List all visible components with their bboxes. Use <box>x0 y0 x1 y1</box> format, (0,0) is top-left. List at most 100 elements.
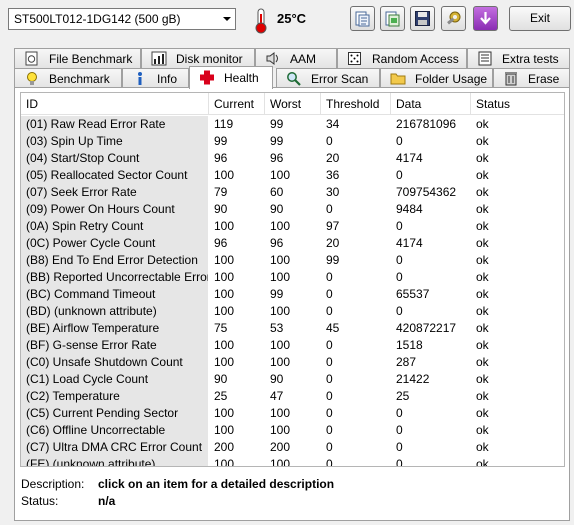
cell-id: (0A) Spin Retry Count <box>21 218 208 235</box>
table-row[interactable]: (BE) Airflow Temperature 75 53 45 420872217 o… <box>21 320 564 337</box>
cell-threshold: 0 <box>326 389 333 403</box>
table-row[interactable]: (B8) End To End Error Detection 100 100 99 0… <box>21 252 564 269</box>
table-row[interactable]: (0C) Power Cycle Count 96 96 20 4174 ok <box>21 235 564 252</box>
chevron-down-icon[interactable] <box>218 9 235 29</box>
menu-button[interactable] <box>473 6 498 31</box>
tab-disk-monitor[interactable]: Disk monitor <box>141 48 255 68</box>
table-row[interactable]: (FE) (unknown attribute) 100 100 0 0 ok <box>21 456 564 466</box>
options-button[interactable] <box>441 6 466 31</box>
tab-folder-usage[interactable]: Folder Usage <box>380 68 493 88</box>
purple-down-arrow-icon <box>480 12 491 25</box>
cell-data: 0 <box>396 253 403 267</box>
cell-status: ok <box>476 185 489 199</box>
cell-worst: 99 <box>270 134 284 148</box>
cell-status: ok <box>476 151 489 165</box>
table-row[interactable]: (BC) Command Timeout 100 99 0 65537 ok <box>21 286 564 303</box>
tab-label: Extra tests <box>502 52 559 66</box>
tab-benchmark[interactable]: Benchmark <box>14 68 122 88</box>
table-row[interactable]: (C5) Current Pending Sector 100 100 0 0 ok <box>21 405 564 422</box>
table-row[interactable]: (04) Start/Stop Count 96 96 20 4174 ok <box>21 150 564 167</box>
table-row[interactable]: (09) Power On Hours Count 90 90 0 9484 ok <box>21 201 564 218</box>
tab-aam[interactable]: AAM <box>255 48 337 68</box>
cell-id: (09) Power On Hours Count <box>21 201 208 218</box>
cell-status: ok <box>476 423 489 437</box>
table-row[interactable]: (C6) Offline Uncorrectable 100 100 0 0 ok <box>21 422 564 439</box>
table-row[interactable]: (0A) Spin Retry Count 100 100 97 0 ok <box>21 218 564 235</box>
cell-id: (BF) G-sense Error Rate <box>21 337 208 354</box>
cell-current: 100 <box>214 423 235 437</box>
cell-status: ok <box>476 321 489 335</box>
table-row[interactable]: (BD) (unknown attribute) 100 100 0 0 ok <box>21 303 564 320</box>
column-header-data[interactable]: Data <box>391 93 471 115</box>
cell-data: 4174 <box>396 151 423 165</box>
cell-threshold: 99 <box>326 253 340 267</box>
cell-threshold: 0 <box>326 406 333 420</box>
tab-random-access[interactable]: Random Access <box>337 48 467 68</box>
folder-icon <box>390 73 406 85</box>
table-row[interactable]: (05) Reallocated Sector Count 100 100 36 0 ok <box>21 167 564 184</box>
table-row[interactable]: (C2) Temperature 25 47 0 25 ok <box>21 388 564 405</box>
table-row[interactable]: (03) Spin Up Time 99 99 0 0 ok <box>21 133 564 150</box>
smart-table[interactable]: ID Current Worst Threshold Data Status (… <box>20 92 565 467</box>
cell-data: 0 <box>396 304 403 318</box>
copy-text-button[interactable] <box>350 6 375 31</box>
tab-health[interactable]: Health <box>189 66 273 89</box>
table-row[interactable]: (BF) G-sense Error Rate 100 100 0 1518 ok <box>21 337 564 354</box>
table-row[interactable]: (C7) Ultra DMA CRC Error Count 200 200 0 0 ok <box>21 439 564 456</box>
table-row[interactable]: (C1) Load Cycle Count 90 90 0 21422 ok <box>21 371 564 388</box>
tab-file-benchmark[interactable]: File Benchmark <box>14 48 141 68</box>
tab-erase[interactable]: Erase <box>493 68 570 88</box>
cell-data: 4174 <box>396 236 423 250</box>
status-label: Status: <box>21 494 59 508</box>
cell-threshold: 0 <box>326 287 333 301</box>
tab-extra-tests[interactable]: Extra tests <box>467 48 570 68</box>
cell-worst: 90 <box>270 372 284 386</box>
cell-status: ok <box>476 304 489 318</box>
file-benchmark-icon <box>25 51 38 66</box>
cell-status: ok <box>476 168 489 182</box>
cell-worst: 100 <box>270 270 291 284</box>
checklist-icon <box>478 51 492 66</box>
exit-button[interactable]: Exit <box>509 6 571 31</box>
tab-error-scan[interactable]: Error Scan <box>276 68 380 88</box>
cell-id: (BE) Airflow Temperature <box>21 320 208 337</box>
column-header-current[interactable]: Current <box>209 93 265 115</box>
cell-threshold: 20 <box>326 236 340 250</box>
table-row[interactable]: (07) Seek Error Rate 79 60 30 709754362 ok <box>21 184 564 201</box>
cell-id: (01) Raw Read Error Rate <box>21 116 208 133</box>
cell-threshold: 0 <box>326 304 333 318</box>
save-button[interactable] <box>410 6 435 31</box>
cell-data: 0 <box>396 270 403 284</box>
cell-threshold: 36 <box>326 168 340 182</box>
drive-select[interactable]: ST500LT012-1DG142 (500 gB) <box>8 8 236 30</box>
copy-image-button[interactable] <box>380 6 405 31</box>
speaker-icon <box>266 52 278 65</box>
cell-status: ok <box>476 253 489 267</box>
cell-data: 21422 <box>396 372 430 386</box>
column-header-id[interactable]: ID <box>21 93 209 115</box>
cell-threshold: 30 <box>326 185 340 199</box>
cell-worst: 100 <box>270 219 291 233</box>
info-icon <box>138 72 142 85</box>
cell-current: 90 <box>214 202 228 216</box>
column-header-worst[interactable]: Worst <box>265 93 321 115</box>
lightbulb-icon <box>27 72 37 85</box>
cell-status: ok <box>476 389 489 403</box>
cell-status: ok <box>476 236 489 250</box>
cell-current: 100 <box>214 406 235 420</box>
cell-worst: 100 <box>270 406 291 420</box>
table-row[interactable]: (01) Raw Read Error Rate 119 99 34 216781096… <box>21 116 564 133</box>
cell-id: (C1) Load Cycle Count <box>21 371 208 388</box>
magnifier-icon <box>287 72 301 86</box>
cell-current: 100 <box>214 338 235 352</box>
column-header-status[interactable]: Status <box>471 93 564 115</box>
tab-info[interactable]: Info <box>122 68 189 88</box>
table-row[interactable]: (C0) Unsafe Shutdown Count 100 100 0 287 ok <box>21 354 564 371</box>
cell-id: (C6) Offline Uncorrectable <box>21 422 208 439</box>
cell-status: ok <box>476 117 489 131</box>
drive-select-value: ST500LT012-1DG142 (500 gB) <box>14 12 181 26</box>
toolbar: ST500LT012-1DG142 (500 gB) 25°C Exit <box>0 0 574 40</box>
table-row[interactable]: (BB) Reported Uncorrectable Errors 100 100… <box>21 269 564 286</box>
status-value: n/a <box>98 494 116 508</box>
column-header-threshold[interactable]: Threshold <box>321 93 391 115</box>
